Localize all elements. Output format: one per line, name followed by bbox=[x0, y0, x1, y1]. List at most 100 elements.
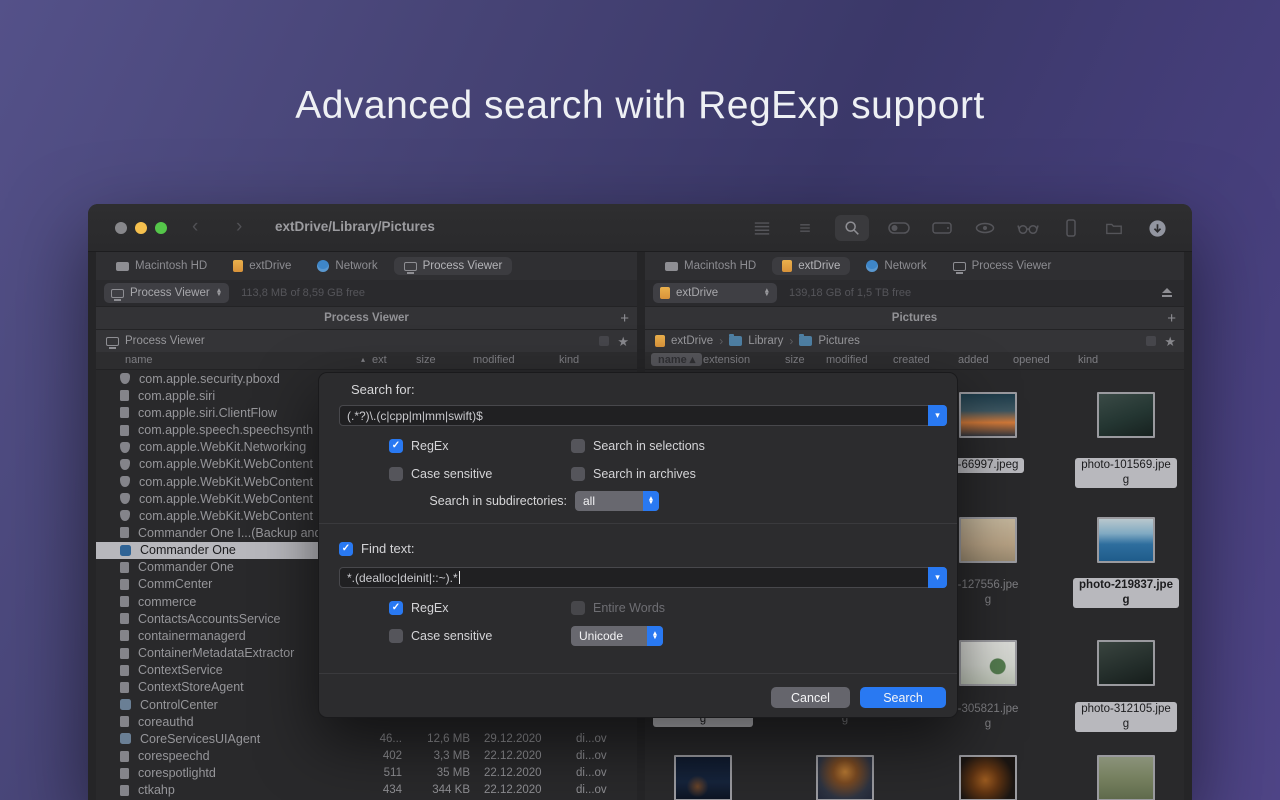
checkbox[interactable]: ✓ bbox=[389, 467, 403, 481]
photo-thumbnail[interactable] bbox=[959, 640, 1017, 686]
view-toggle-icon[interactable] bbox=[1146, 336, 1156, 346]
breadcrumb-item[interactable]: Pictures bbox=[818, 335, 860, 347]
checkbox[interactable]: ✓ bbox=[389, 601, 403, 615]
left-breadcrumb: Process Viewer ★ bbox=[96, 330, 637, 352]
eject-icon[interactable] bbox=[1162, 288, 1172, 297]
minimize-button[interactable] bbox=[135, 222, 147, 234]
search-in-archives-option[interactable]: ✓ Search in archives bbox=[571, 467, 696, 481]
regex-search-icon[interactable] bbox=[835, 215, 869, 241]
eye-icon[interactable] bbox=[972, 215, 998, 241]
process-row[interactable]: ctkahp434344 KB22.12.2020di...ov bbox=[96, 782, 637, 799]
subdirectories-dropdown[interactable]: all ▲▼ bbox=[575, 491, 659, 511]
column-header-ext[interactable]: ext bbox=[372, 354, 387, 366]
encoding-dropdown[interactable]: Unicode ▲▼ bbox=[571, 626, 663, 646]
shield-icon bbox=[120, 493, 130, 504]
drive-tab-process-viewer[interactable]: Process Viewer bbox=[943, 257, 1062, 275]
case-sensitive-option[interactable]: ✓ Case sensitive bbox=[389, 467, 492, 481]
breadcrumb-item[interactable]: extDrive bbox=[671, 335, 713, 347]
photo-thumbnail[interactable] bbox=[1097, 755, 1155, 800]
list-view-icon[interactable] bbox=[749, 215, 775, 241]
forward-icon[interactable]: › bbox=[236, 216, 242, 238]
column-header-created[interactable]: created bbox=[893, 354, 930, 366]
favorite-star-icon[interactable]: ★ bbox=[617, 335, 629, 348]
find-case-sensitive-option[interactable]: ✓ Case sensitive bbox=[389, 629, 492, 643]
favorite-star-icon[interactable]: ★ bbox=[1164, 335, 1176, 348]
toggle-switch-icon[interactable] bbox=[886, 215, 912, 241]
find-text-input[interactable]: *.(dealloc|deinit|::~).* ▾ bbox=[339, 567, 947, 588]
drive-tab-process-viewer[interactable]: Process Viewer bbox=[394, 257, 513, 275]
column-header-kind[interactable]: kind bbox=[559, 354, 579, 366]
folder-icon[interactable] bbox=[1101, 215, 1127, 241]
search-in-selections-option[interactable]: ✓ Search in selections bbox=[571, 439, 705, 453]
photo-thumbnail[interactable] bbox=[674, 755, 732, 800]
checkbox[interactable]: ✓ bbox=[339, 542, 353, 556]
zoom-button[interactable] bbox=[155, 222, 167, 234]
drive-tab-network[interactable]: Network bbox=[307, 257, 387, 275]
photo-filename[interactable]: photo-219837.jpeg bbox=[1061, 578, 1184, 608]
process-row[interactable]: corespotlightd51135 MB22.12.2020di...ov bbox=[96, 765, 637, 782]
breadcrumb-item[interactable]: Library bbox=[748, 335, 783, 347]
photo-filename-text: -127556.jpeg bbox=[958, 578, 1019, 608]
process-row[interactable]: corespeechd4023,3 MB22.12.2020di...ov bbox=[96, 747, 637, 764]
drive-tab-extdrive[interactable]: extDrive bbox=[223, 257, 301, 275]
drive-tab-extdrive[interactable]: extDrive bbox=[772, 257, 850, 275]
photo-thumbnail[interactable] bbox=[1097, 392, 1155, 438]
search-pattern-input[interactable]: (.*?)\.(c|cpp|m|mm|swift)$ ▾ bbox=[339, 405, 947, 426]
checkbox[interactable]: ✓ bbox=[571, 467, 585, 481]
drive-tab-macintosh-hd[interactable]: Macintosh HD bbox=[106, 257, 217, 275]
column-header-modified[interactable]: modified bbox=[473, 354, 515, 366]
photo-filename[interactable]: photo-312105.jpeg bbox=[1061, 702, 1184, 732]
photo-thumbnail[interactable] bbox=[959, 755, 1017, 800]
photo-thumbnail[interactable] bbox=[959, 392, 1017, 438]
internal-drive-icon bbox=[665, 262, 678, 271]
drive-tab-macintosh-hd[interactable]: Macintosh HD bbox=[655, 257, 766, 275]
left-drive-selector[interactable]: Process Viewer ▲▼ bbox=[104, 283, 229, 303]
photo-thumbnail[interactable] bbox=[816, 755, 874, 800]
add-tab-button[interactable]: + bbox=[620, 310, 629, 327]
iphone-portrait-icon[interactable] bbox=[1058, 215, 1084, 241]
right-tab-bar[interactable]: Pictures + bbox=[645, 306, 1184, 330]
column-header-modified[interactable]: modified bbox=[826, 354, 868, 366]
doc-icon bbox=[120, 785, 129, 796]
photo-thumbnail[interactable] bbox=[1097, 640, 1155, 686]
column-header-opened[interactable]: opened bbox=[1013, 354, 1050, 366]
process-monitor-icon bbox=[111, 289, 124, 298]
back-icon[interactable]: ‹ bbox=[192, 216, 198, 238]
checkbox[interactable]: ✓ bbox=[571, 439, 585, 453]
add-tab-button[interactable]: + bbox=[1167, 310, 1176, 327]
checkbox[interactable]: ✓ bbox=[389, 439, 403, 453]
column-header-name[interactable]: name bbox=[125, 354, 153, 366]
column-header-size[interactable]: size bbox=[785, 354, 805, 366]
column-header-name[interactable]: name ▴ bbox=[651, 353, 702, 366]
download-icon[interactable] bbox=[1144, 215, 1170, 241]
combo-chevron-down-icon[interactable]: ▾ bbox=[928, 567, 947, 588]
iphone-landscape-icon[interactable] bbox=[929, 215, 955, 241]
column-header-added[interactable]: added bbox=[958, 354, 989, 366]
drive-tab-network[interactable]: Network bbox=[856, 257, 936, 275]
find-regex-option[interactable]: ✓ RegEx bbox=[389, 601, 449, 615]
photo-thumbnail[interactable] bbox=[1097, 517, 1155, 563]
search-button[interactable]: Search bbox=[860, 687, 946, 708]
spectacles-icon[interactable] bbox=[1015, 215, 1041, 241]
photo-thumbnail[interactable] bbox=[959, 517, 1017, 563]
close-button[interactable] bbox=[115, 222, 127, 234]
find-text-option[interactable]: ✓ Find text: bbox=[339, 541, 414, 556]
process-row[interactable]: CoreServicesUIAgent46...12,6 MB29.12.202… bbox=[96, 730, 637, 747]
photo-filename[interactable]: photo-101569.jpeg bbox=[1061, 458, 1184, 488]
process-name: CoreServicesUIAgent bbox=[140, 732, 260, 746]
stepper-icon: ▲▼ bbox=[216, 289, 222, 298]
combo-chevron-down-icon[interactable]: ▾ bbox=[928, 405, 947, 426]
column-header-size[interactable]: size bbox=[416, 354, 436, 366]
checkbox[interactable]: ✓ bbox=[389, 629, 403, 643]
column-header-extension[interactable]: extension bbox=[703, 354, 750, 366]
process-name: containermanagerd bbox=[138, 629, 246, 643]
search-pattern-value: (.*?)\.(c|cpp|m|mm|swift)$ bbox=[347, 409, 483, 423]
left-tab-bar[interactable]: Process Viewer + bbox=[96, 306, 637, 330]
regex-option[interactable]: ✓ RegEx bbox=[389, 439, 449, 453]
column-header-kind[interactable]: kind bbox=[1078, 354, 1098, 366]
right-drive-selector[interactable]: extDrive ▲▼ bbox=[653, 283, 777, 303]
cancel-button[interactable]: Cancel bbox=[771, 687, 850, 708]
compact-view-icon[interactable] bbox=[792, 215, 818, 241]
breadcrumb-item[interactable]: Process Viewer bbox=[125, 335, 205, 347]
view-toggle-icon[interactable] bbox=[599, 336, 609, 346]
